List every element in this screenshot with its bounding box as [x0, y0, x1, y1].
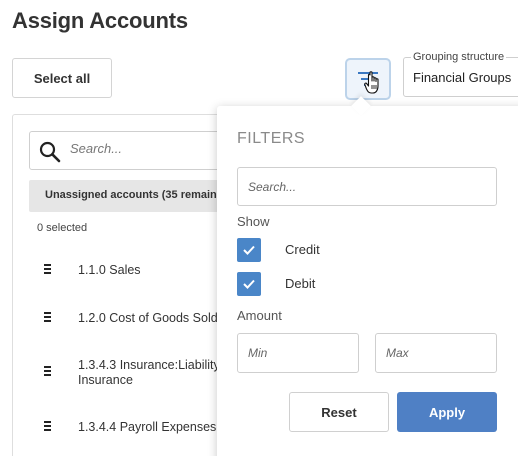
drag-handle-icon[interactable] — [44, 312, 52, 324]
account-label-line2: Insurance — [78, 373, 133, 387]
filters-popover: FILTERS Show Credit Debit Amount Reset A… — [217, 106, 518, 456]
credit-label: Credit — [285, 242, 320, 257]
show-label: Show — [237, 214, 270, 229]
drag-handle-icon[interactable] — [44, 366, 52, 378]
filters-search-input[interactable] — [237, 167, 497, 206]
checkmark-icon — [243, 245, 255, 255]
select-all-button[interactable]: Select all — [12, 58, 112, 98]
accounts-search-input[interactable] — [70, 141, 230, 156]
account-label: 1.3.4.4 Payroll Expenses — [78, 420, 217, 434]
accounts-search-box[interactable] — [29, 131, 249, 170]
account-label-line1: 1.3.4.3 Insurance:Liability — [78, 358, 220, 372]
search-icon — [39, 141, 61, 163]
credit-checkbox[interactable] — [237, 238, 261, 262]
filters-title: FILTERS — [237, 130, 306, 147]
apply-button[interactable]: Apply — [397, 392, 497, 432]
drag-handle-icon[interactable] — [44, 264, 52, 276]
grouping-structure-label: Grouping structure — [411, 51, 507, 63]
account-label: 1.2.0 Cost of Goods Sold — [78, 311, 218, 325]
checkmark-icon — [243, 279, 255, 289]
page-title: Assign Accounts — [12, 8, 188, 33]
reset-button[interactable]: Reset — [289, 392, 389, 432]
debit-label: Debit — [285, 276, 316, 291]
grouping-structure-select[interactable]: Financial Groups — [403, 57, 518, 97]
account-label: 1.1.0 Sales — [78, 263, 141, 277]
debit-checkbox[interactable] — [237, 272, 261, 296]
tab-unassigned-accounts[interactable]: Unassigned accounts (35 remaining) — [29, 180, 249, 212]
amount-min-input[interactable] — [237, 333, 359, 373]
account-label: 1.3.4.3 Insurance:Liability Insurance — [78, 358, 220, 388]
amount-label: Amount — [237, 308, 282, 323]
hand-cursor-icon — [364, 71, 379, 94]
grouping-structure-value: Financial Groups — [413, 70, 512, 85]
selected-count: 0 selected — [37, 222, 88, 234]
amount-max-input[interactable] — [375, 333, 497, 373]
drag-handle-icon[interactable] — [44, 421, 52, 433]
